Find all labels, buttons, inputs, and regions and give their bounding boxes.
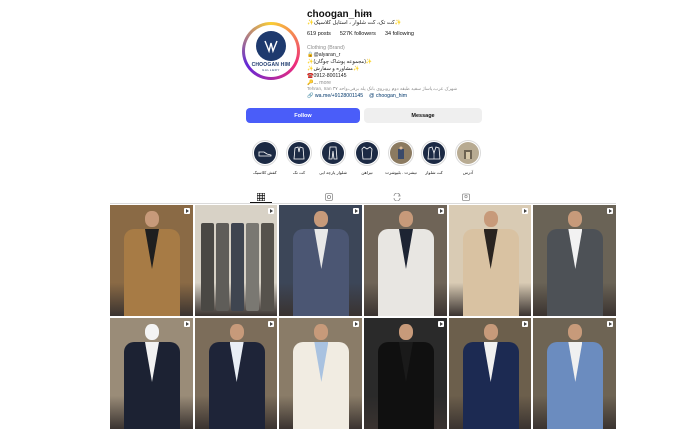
tagged-icon bbox=[462, 193, 470, 201]
avatar[interactable]: CHOOGAN HIM GALLERY bbox=[248, 28, 294, 74]
highlight-tshirt[interactable]: تیشرت . بلیوشرت bbox=[385, 140, 417, 175]
post-thumbnail[interactable] bbox=[448, 205, 532, 316]
post-thumbnail[interactable] bbox=[363, 318, 447, 429]
reel-play-icon bbox=[268, 321, 275, 327]
reel-play-icon bbox=[183, 321, 190, 327]
tab-reels[interactable] bbox=[324, 192, 334, 202]
post-thumbnail[interactable] bbox=[279, 205, 362, 316]
highlight-pants[interactable]: شلوار پارچه ایی bbox=[319, 140, 347, 175]
tabs-divider bbox=[110, 203, 616, 204]
posts-grid bbox=[110, 205, 616, 429]
trouser-shape bbox=[260, 223, 274, 311]
model-head bbox=[314, 211, 329, 227]
repost-icon bbox=[393, 193, 401, 201]
bio-line: ✨مشاوره و سفارش✨ bbox=[307, 66, 360, 72]
following-count[interactable]: 34 following bbox=[385, 31, 414, 37]
post-thumbnail[interactable] bbox=[194, 318, 278, 429]
highlight-jacket[interactable]: کت تک bbox=[286, 140, 312, 175]
reel-play-icon bbox=[268, 208, 275, 214]
model-head bbox=[314, 324, 329, 340]
location-photo-icon bbox=[457, 142, 479, 164]
post-thumbnail[interactable] bbox=[110, 205, 193, 316]
model-head bbox=[145, 324, 159, 340]
threads-link-label: choogan_him bbox=[375, 93, 408, 99]
post-thumbnail[interactable] bbox=[533, 205, 616, 316]
shoe-icon bbox=[254, 142, 276, 164]
post-thumbnail[interactable] bbox=[194, 205, 278, 316]
profile-address[interactable]: Tehran, Iran شهرک غرب،پاساژ سفید طبقه دو… bbox=[307, 86, 457, 92]
profile-stats: 619 posts 527K followers 34 following bbox=[307, 31, 414, 37]
threads-link[interactable]: @ choogan_him bbox=[369, 93, 407, 99]
post-thumbnail[interactable] bbox=[448, 318, 532, 429]
highlight-shirt[interactable]: تیراهن bbox=[354, 140, 380, 175]
threads-icon: @ bbox=[369, 93, 375, 99]
pants-icon bbox=[322, 142, 344, 164]
bio-line: ✨(مجموعه پوشاک چوگان)✨ bbox=[307, 59, 373, 65]
follow-button[interactable]: Follow bbox=[246, 108, 360, 123]
post-thumbnail[interactable] bbox=[363, 205, 447, 316]
highlight-shoes[interactable]: کفش کلاسیک bbox=[252, 140, 278, 175]
tab-reposts[interactable] bbox=[392, 192, 402, 202]
model-head bbox=[145, 211, 159, 227]
tab-tagged[interactable] bbox=[461, 192, 471, 202]
profile-category: Clothing (Brand) bbox=[307, 45, 345, 51]
followers-count[interactable]: 527K followers bbox=[340, 31, 376, 37]
jacket-icon bbox=[288, 142, 310, 164]
reel-play-icon bbox=[352, 208, 359, 214]
trouser-shape bbox=[200, 223, 214, 311]
posts-count[interactable]: 619 posts bbox=[307, 31, 331, 37]
trouser-shape bbox=[230, 223, 244, 311]
model-head bbox=[229, 324, 244, 340]
model-head bbox=[568, 211, 583, 227]
profile-bio: Clothing (Brand) 🔒@alyaran_r ✨(مجموعه پو… bbox=[307, 45, 372, 87]
reel-play-icon bbox=[437, 321, 444, 327]
trouser-shape bbox=[215, 223, 229, 311]
profile-links: 🔗 wa.me/+9128001145 @ choogan_him bbox=[307, 93, 407, 99]
trouser-shape bbox=[245, 223, 259, 311]
suit-icon bbox=[423, 142, 445, 164]
tshirt-photo-icon bbox=[390, 142, 412, 164]
highlight-label: آدرس bbox=[462, 170, 474, 175]
model-head bbox=[483, 324, 498, 340]
highlight-suit[interactable]: کت شلوار bbox=[421, 140, 447, 175]
model-head bbox=[398, 324, 413, 340]
reel-play-icon bbox=[437, 208, 444, 214]
reels-icon bbox=[325, 193, 333, 201]
link-icon: 🔗 bbox=[307, 93, 314, 99]
shirt-icon bbox=[356, 142, 378, 164]
post-thumbnail[interactable] bbox=[533, 318, 616, 429]
post-thumbnail[interactable] bbox=[279, 318, 362, 429]
model-head bbox=[483, 211, 498, 227]
post-thumbnail[interactable] bbox=[110, 318, 193, 429]
grid-icon bbox=[257, 193, 265, 201]
highlight-address[interactable]: آدرس bbox=[455, 140, 481, 175]
reel-play-icon bbox=[606, 208, 613, 214]
tab-posts[interactable] bbox=[256, 192, 266, 202]
reel-play-icon bbox=[352, 321, 359, 327]
reel-play-icon bbox=[606, 321, 613, 327]
whatsapp-link[interactable]: 🔗 wa.me/+9128001145 bbox=[307, 93, 363, 99]
message-button[interactable]: Message bbox=[364, 108, 482, 123]
whatsapp-link-label: wa.me/+9128001145 bbox=[314, 93, 364, 99]
model-head bbox=[398, 211, 413, 227]
bio-line: ☎️0912-8001145 bbox=[307, 73, 347, 79]
profile-tagline: ✨کت تک، کت شلوار ، استایل کلاسیک✨ bbox=[307, 20, 402, 26]
reel-play-icon bbox=[522, 321, 529, 327]
model-head bbox=[568, 324, 583, 340]
logo-sub: GALLERY bbox=[262, 67, 280, 72]
bio-line[interactable]: 🔒@alyaran_r bbox=[307, 52, 372, 59]
brand-logo-icon bbox=[256, 30, 286, 61]
reel-play-icon bbox=[522, 208, 529, 214]
reel-play-icon bbox=[183, 208, 190, 214]
more-options-icon[interactable]: ··· bbox=[362, 9, 371, 19]
active-tab-indicator bbox=[250, 202, 272, 203]
